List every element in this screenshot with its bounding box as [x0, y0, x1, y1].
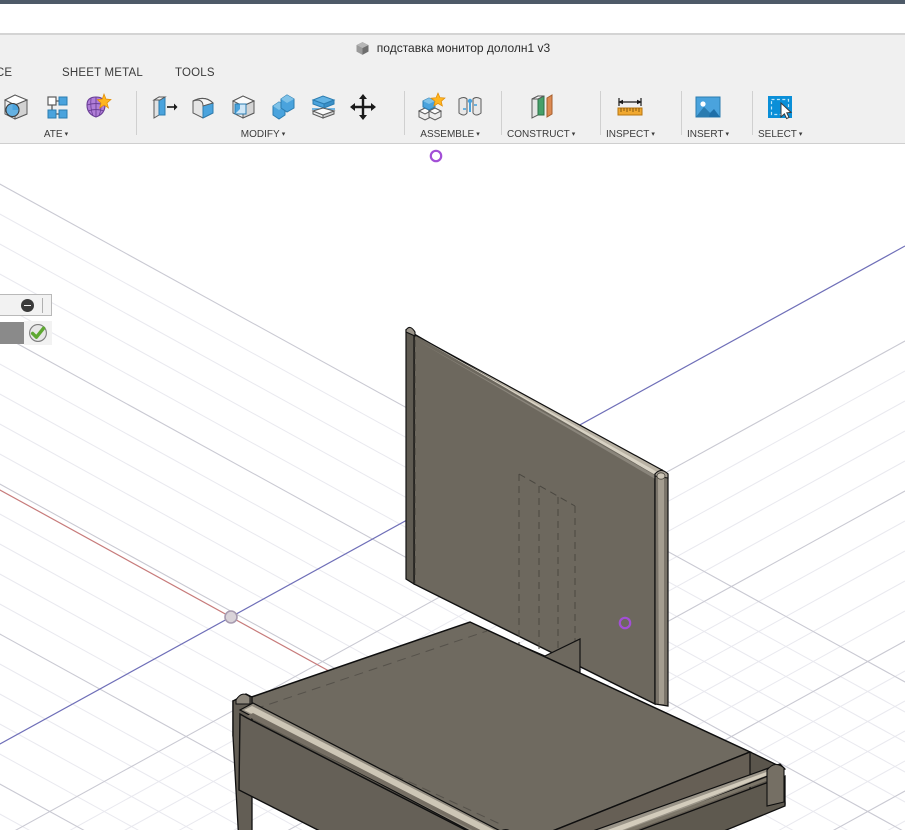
ribbon-group-construct: CONSTRUCT▾	[507, 85, 575, 143]
ribbon-divider	[136, 91, 137, 135]
ribbon-group-create-label[interactable]: ATE▾	[44, 127, 68, 143]
ribbon-group-assemble: ASSEMBLE▾	[410, 85, 490, 143]
create-form-points-icon[interactable]	[36, 87, 76, 127]
document-title: подставка монитор дололн1 v3	[0, 35, 905, 61]
application-bar-area	[0, 4, 905, 33]
ribbon-group-select: SELECT▾	[758, 85, 802, 143]
ribbon-group-select-label[interactable]: SELECT▾	[758, 127, 802, 143]
ribbon-group-inspect: INSPECT▾	[606, 85, 655, 143]
new-component-icon[interactable]	[410, 87, 450, 127]
ribbon-group-create: ATE▾	[0, 85, 116, 143]
ribbon-group-insert-label[interactable]: INSERT▾	[687, 127, 729, 143]
insert-image-icon[interactable]	[688, 87, 728, 127]
origin-snap-marker	[225, 611, 237, 623]
chevron-down-icon: ▾	[651, 131, 655, 138]
ribbon-divider	[501, 91, 502, 135]
tab-sheet-metal[interactable]: SHEET METAL	[62, 61, 143, 85]
construction-point-marker-top	[431, 151, 441, 161]
chevron-down-icon: ▾	[282, 131, 286, 138]
ribbon-divider	[681, 91, 682, 135]
press-pull-icon[interactable]	[143, 87, 183, 127]
chevron-down-icon: ▾	[476, 131, 480, 138]
base-right-lip-cap	[767, 764, 784, 806]
ribbon-group-assemble-label[interactable]: ASSEMBLE▾	[420, 127, 479, 143]
shell-icon[interactable]	[223, 87, 263, 127]
confirm-button[interactable]	[24, 321, 52, 345]
combine-icon[interactable]	[263, 87, 303, 127]
fusion360-window: подставка монитор дололн1 v3 ACE SHEET M…	[0, 0, 905, 830]
document-title-bar: подставка монитор дололн1 v3	[0, 35, 905, 61]
joint-icon[interactable]	[450, 87, 490, 127]
chevron-down-icon: ▾	[799, 131, 803, 138]
tab-tools-label: TOOLS	[175, 67, 215, 79]
ribbon-group-insert: INSERT▾	[687, 85, 729, 143]
tab-tools[interactable]: TOOLS	[175, 61, 215, 85]
ribbon-tab-row: ACE SHEET METAL TOOLS	[0, 61, 905, 85]
cube-icon	[355, 41, 370, 56]
create-sketch-icon[interactable]	[0, 87, 36, 127]
minus-circle-icon[interactable]	[21, 299, 34, 312]
monitor-stand-model	[233, 327, 785, 830]
ribbon-divider	[600, 91, 601, 135]
create-mesh-icon[interactable]	[76, 87, 116, 127]
ribbon-group-modify-label[interactable]: MODIFY▾	[241, 127, 285, 143]
command-dialog-field-row[interactable]	[0, 294, 52, 316]
ok-button[interactable]: Н...	[0, 322, 24, 344]
tab-sheet-metal-label: SHEET METAL	[62, 67, 143, 79]
chevron-down-icon: ▾	[65, 131, 69, 138]
split-face-icon[interactable]	[303, 87, 343, 127]
ribbon-divider	[752, 91, 753, 135]
ribbon-group-construct-label[interactable]: CONSTRUCT▾	[507, 127, 575, 143]
measure-icon[interactable]	[610, 87, 650, 127]
command-dialog-footer: Н...	[0, 321, 52, 345]
ribbon-group-inspect-label[interactable]: INSPECT▾	[606, 127, 655, 143]
move-copy-icon[interactable]	[343, 87, 383, 127]
ribbon-toolbar: ATE▾	[0, 85, 905, 144]
screen-right-corner-dot	[657, 473, 665, 479]
chevron-down-icon: ▾	[572, 131, 576, 138]
chevron-down-icon: ▾	[726, 131, 730, 138]
base-left-lip-cap	[236, 694, 250, 704]
document-title-text: подставка монитор дололн1 v3	[377, 41, 550, 55]
3d-viewport[interactable]: Н...	[0, 144, 905, 830]
fillet-icon[interactable]	[183, 87, 223, 127]
green-check-icon	[28, 323, 48, 343]
tab-surface[interactable]: ACE	[0, 61, 12, 85]
ribbon-group-modify: MODIFY▾	[143, 85, 383, 143]
screen-right-highlight	[658, 474, 664, 704]
isometric-grid	[0, 144, 905, 830]
ribbon-divider	[404, 91, 405, 135]
select-window-icon[interactable]	[760, 87, 800, 127]
screen-left-edge	[406, 330, 414, 584]
offset-plane-icon[interactable]	[521, 87, 561, 127]
command-dialog-divider	[42, 298, 43, 313]
tab-surface-label: ACE	[0, 67, 12, 79]
command-dialog[interactable]: Н...	[0, 294, 52, 316]
